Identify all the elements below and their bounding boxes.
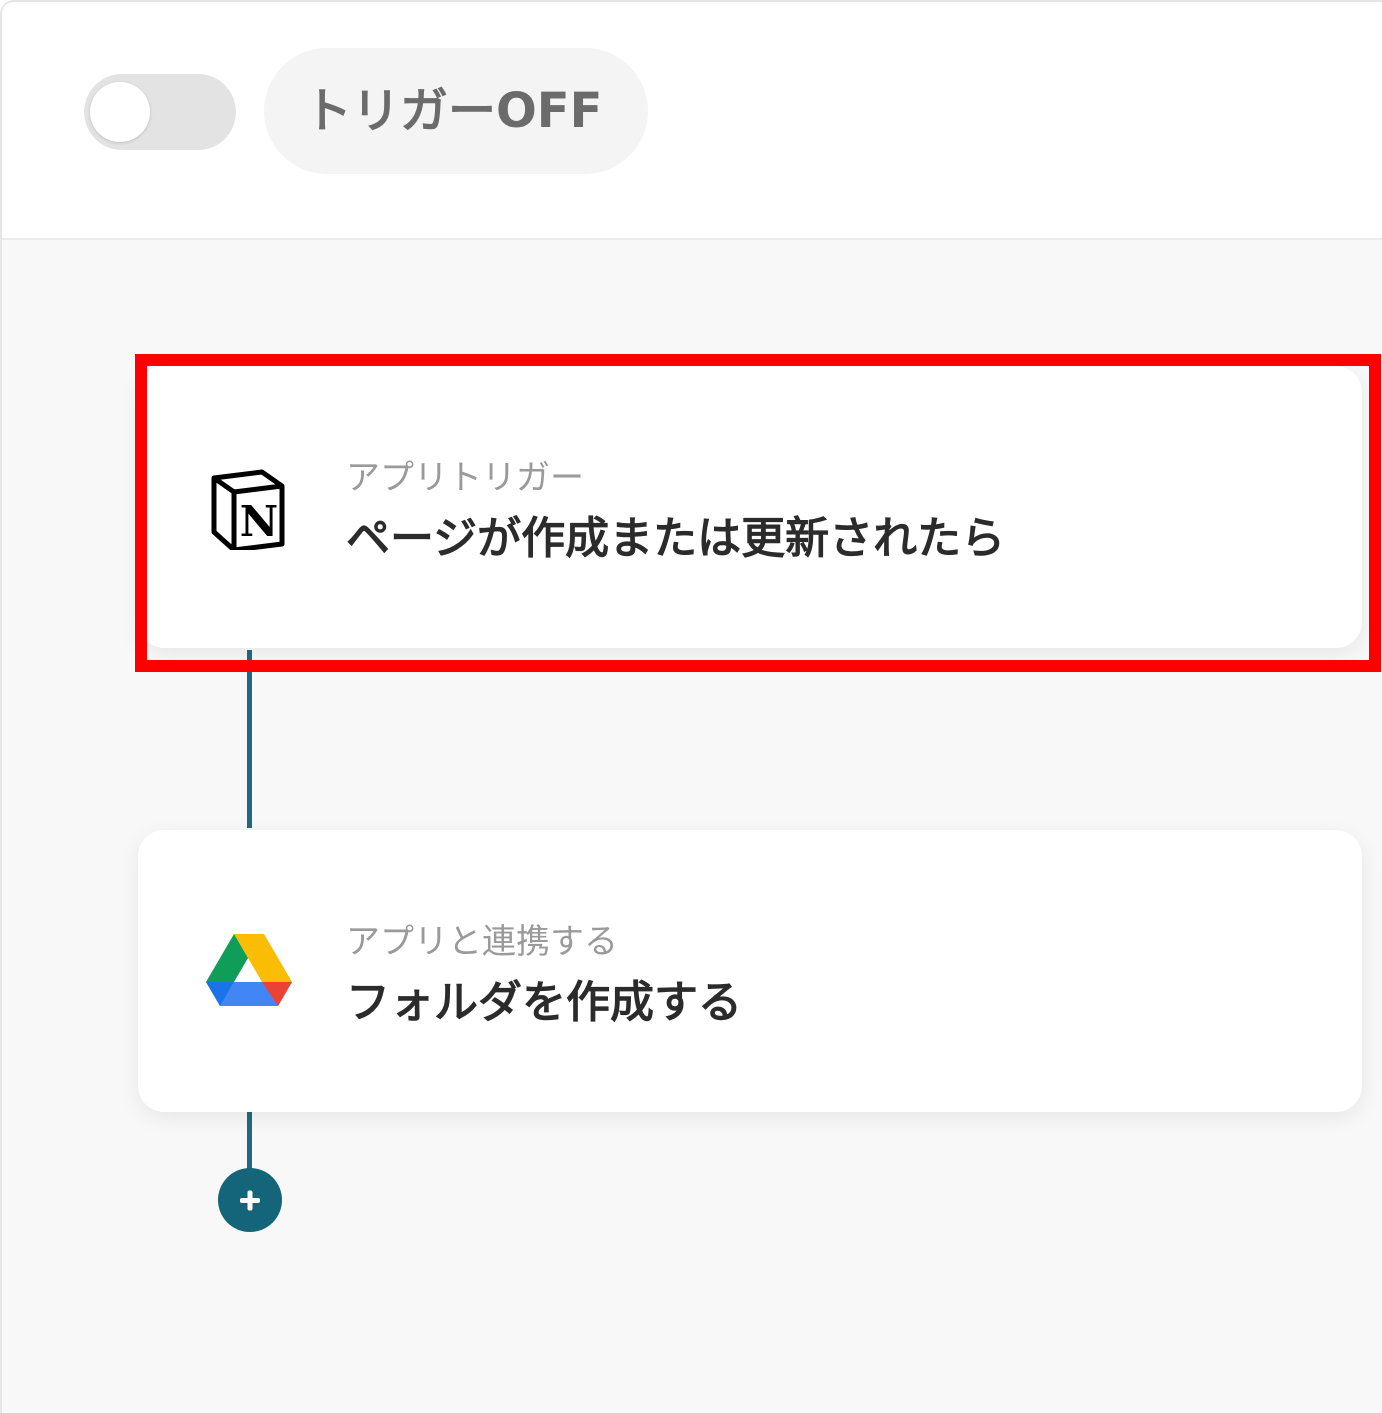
plus-icon [240,1190,260,1211]
google-drive-icon [204,930,294,1014]
toggle-knob [90,82,150,142]
flow-editor-frame: トリガーOFF N アプリトリガー ページが作成または更新されたら アプリと連携… [0,0,1382,1413]
step-subtitle: アプリと連携する [346,922,618,962]
flow-canvas: N アプリトリガー ページが作成または更新されたら アプリと連携する フォルダを… [2,240,1382,1413]
trigger-status-pill: トリガーOFF [264,48,648,174]
step-card-trigger[interactable]: N アプリトリガー ページが作成または更新されたら [138,366,1362,648]
svg-text:N: N [240,497,278,546]
step-subtitle: アプリトリガー [346,458,584,498]
step-title: ページが作成または更新されたら [346,513,1006,564]
step-title: フォルダを作成する [346,977,742,1028]
flow-header: トリガーOFF [2,2,1382,240]
trigger-toggle[interactable] [84,74,236,150]
add-step-button[interactable] [218,1168,282,1232]
connector-line [247,1108,252,1174]
trigger-status-label: トリガーOFF [304,83,603,139]
connector-line [247,650,252,828]
step-card-action[interactable]: アプリと連携する フォルダを作成する [138,830,1362,1112]
notion-icon: N [204,466,294,553]
